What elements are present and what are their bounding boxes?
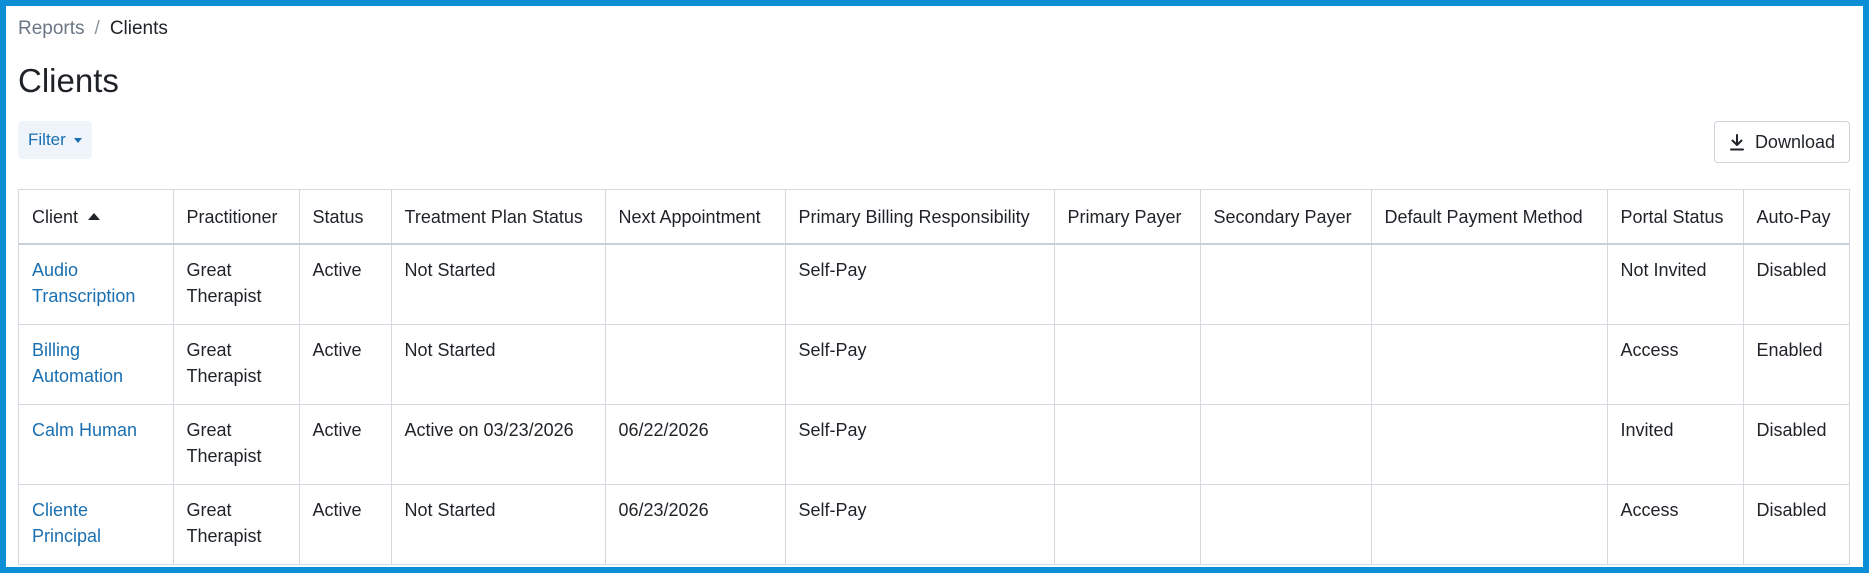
cell-portal-status: Access	[1606, 484, 1743, 565]
clients-table: Client Practitioner Status Treatment Pla…	[18, 189, 1850, 565]
cell-primary-payer	[1053, 404, 1200, 485]
cell-treatment-plan-status: Active on 03/23/2026	[390, 404, 605, 485]
caret-down-icon	[73, 137, 82, 143]
cell-client[interactable]: Cliente Principal	[19, 484, 173, 565]
download-label: Download	[1754, 131, 1835, 152]
cell-status: Active	[298, 324, 391, 405]
cell-practitioner: Great Therapist	[172, 404, 299, 485]
cell-primary-billing-responsibility: Self-Pay	[784, 484, 1054, 565]
cell-next-appointment	[604, 324, 785, 405]
column-header-default-payment-method: Default Payment Method	[1370, 190, 1607, 245]
sort-ascending-icon	[88, 212, 101, 220]
cell-practitioner: Great Therapist	[172, 324, 299, 405]
breadcrumb-separator: /	[94, 18, 100, 39]
client-link[interactable]: Cliente Principal	[32, 500, 101, 546]
cell-client[interactable]: Calm Human	[19, 404, 173, 485]
column-header-secondary-payer: Secondary Payer	[1199, 190, 1371, 245]
breadcrumb-reports-link[interactable]: Reports	[18, 18, 85, 40]
app-frame: Reports / Clients Clients Filter Downloa…	[6, 6, 1863, 567]
client-link[interactable]: Audio Transcription	[32, 260, 135, 306]
cell-primary-payer	[1053, 244, 1200, 325]
filter-button[interactable]: Filter	[18, 121, 92, 159]
cell-practitioner: Great Therapist	[172, 244, 299, 325]
client-link[interactable]: Billing Automation	[32, 340, 123, 386]
cell-treatment-plan-status: Not Started	[390, 324, 605, 405]
table-row: Audio Transcription Great Therapist Acti…	[19, 244, 1849, 325]
cell-auto-pay: Disabled	[1742, 404, 1849, 485]
cell-primary-billing-responsibility: Self-Pay	[784, 244, 1054, 325]
cell-client[interactable]: Audio Transcription	[19, 244, 173, 325]
cell-default-payment-method	[1370, 404, 1607, 485]
cell-primary-payer	[1053, 324, 1200, 405]
cell-secondary-payer	[1199, 484, 1371, 565]
cell-status: Active	[298, 484, 391, 565]
table-row: Cliente Principal Great Therapist Active…	[19, 484, 1849, 565]
cell-client[interactable]: Billing Automation	[19, 324, 173, 405]
column-header-auto-pay: Auto-Pay	[1742, 190, 1849, 245]
column-header-next-appointment: Next Appointment	[604, 190, 785, 245]
column-header-client[interactable]: Client	[19, 190, 173, 245]
breadcrumb: Reports / Clients	[18, 18, 168, 40]
cell-status: Active	[298, 244, 391, 325]
cell-auto-pay: Disabled	[1742, 484, 1849, 565]
cell-portal-status: Not Invited	[1606, 244, 1743, 325]
table-row: Billing Automation Great Therapist Activ…	[19, 324, 1849, 405]
download-icon	[1729, 133, 1744, 150]
column-header-practitioner: Practitioner	[172, 190, 299, 245]
column-header-portal-status: Portal Status	[1606, 190, 1743, 245]
cell-secondary-payer	[1199, 404, 1371, 485]
cell-next-appointment: 06/22/2026	[604, 404, 785, 485]
cell-default-payment-method	[1370, 324, 1607, 405]
cell-default-payment-method	[1370, 484, 1607, 565]
cell-treatment-plan-status: Not Started	[390, 244, 605, 325]
cell-treatment-plan-status: Not Started	[390, 484, 605, 565]
cell-portal-status: Invited	[1606, 404, 1743, 485]
filter-label: Filter	[28, 130, 66, 149]
cell-primary-billing-responsibility: Self-Pay	[784, 324, 1054, 405]
cell-next-appointment: 06/23/2026	[604, 484, 785, 565]
cell-secondary-payer	[1199, 244, 1371, 325]
table-header-row: Client Practitioner Status Treatment Pla…	[19, 190, 1849, 245]
column-header-status: Status	[298, 190, 391, 245]
cell-status: Active	[298, 404, 391, 485]
download-button[interactable]: Download	[1713, 121, 1850, 163]
table-row: Calm Human Great Therapist Active Active…	[19, 404, 1849, 485]
cell-secondary-payer	[1199, 324, 1371, 405]
column-header-primary-payer: Primary Payer	[1053, 190, 1200, 245]
breadcrumb-current: Clients	[109, 18, 168, 39]
cell-primary-payer	[1053, 484, 1200, 565]
column-header-treatment-plan-status: Treatment Plan Status	[390, 190, 605, 245]
column-header-primary-billing-responsibility: Primary Billing Responsibility	[784, 190, 1054, 245]
cell-auto-pay: Disabled	[1742, 244, 1849, 325]
cell-default-payment-method	[1370, 244, 1607, 325]
page-title: Clients	[18, 62, 119, 99]
client-link[interactable]: Calm Human	[32, 420, 137, 440]
cell-auto-pay: Enabled	[1742, 324, 1849, 405]
cell-practitioner: Great Therapist	[172, 484, 299, 565]
cell-primary-billing-responsibility: Self-Pay	[784, 404, 1054, 485]
cell-next-appointment	[604, 244, 785, 325]
cell-portal-status: Access	[1606, 324, 1743, 405]
